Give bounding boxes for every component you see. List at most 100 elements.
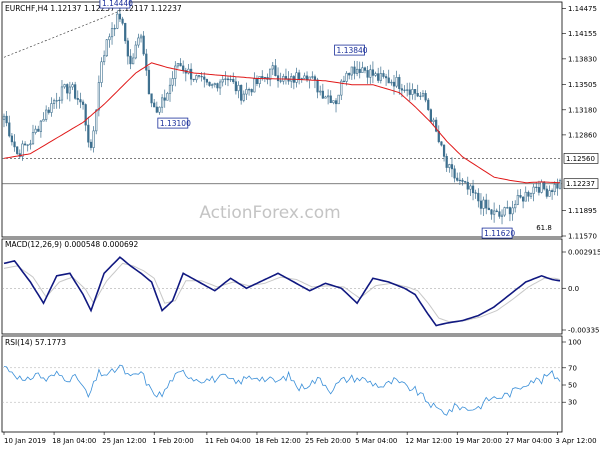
- candle-body: [342, 80, 346, 82]
- candle-body: [197, 75, 201, 77]
- candle-body: [224, 78, 227, 80]
- candle-body: [311, 76, 314, 78]
- candle-body: [37, 128, 40, 132]
- candle-body: [424, 93, 427, 101]
- macd-signal-line: [3, 262, 561, 323]
- x-tick-label: 1 Feb 20:00: [152, 437, 193, 445]
- macd-line: [3, 256, 561, 327]
- rsi-panel-frame: [1, 335, 563, 433]
- macd-header: MACD(12,26,9) 0.000548 0.000692: [5, 240, 139, 249]
- candle-body: [485, 199, 488, 209]
- candle-body: [258, 76, 261, 85]
- candle-body: [477, 192, 480, 202]
- candle-body: [511, 207, 514, 215]
- candle-body: [487, 207, 490, 211]
- candle-body: [416, 93, 419, 97]
- candle-body: [39, 120, 43, 132]
- candle-body: [545, 188, 548, 197]
- candle-body: [348, 72, 351, 76]
- candle-body: [226, 78, 230, 81]
- candle-body: [493, 210, 496, 215]
- candle-body: [548, 190, 551, 197]
- candle-body: [132, 57, 135, 65]
- candle-body: [237, 84, 240, 92]
- candle-body: [205, 79, 209, 83]
- candle-body: [189, 68, 193, 80]
- candle-body: [66, 84, 69, 94]
- candle-body: [218, 81, 222, 89]
- candle-body: [353, 66, 356, 74]
- candle-body: [329, 95, 332, 104]
- candle-body: [108, 36, 111, 41]
- candle-body: [482, 199, 485, 209]
- candle-body: [319, 90, 322, 93]
- candle-body: [429, 109, 432, 122]
- candle-body: [121, 18, 124, 24]
- candle-body: [89, 141, 93, 148]
- candle-body: [52, 100, 56, 104]
- price-annotation-label: 1.13840: [337, 46, 368, 55]
- price-y-tick-label: 1.13830: [568, 55, 597, 63]
- price-y-tick-label: 1.12860: [568, 131, 597, 139]
- candle-body: [245, 89, 248, 95]
- candle-body: [145, 53, 148, 71]
- candle-body: [327, 95, 330, 98]
- candle-body: [155, 106, 158, 113]
- candle-body: [187, 68, 190, 74]
- candle-body: [379, 73, 382, 81]
- watermark: ActionForex.com: [199, 203, 340, 223]
- candle-body: [71, 84, 74, 88]
- candle-body: [261, 76, 264, 79]
- candle-body: [411, 89, 414, 95]
- price-annotation-label: 1.11620: [484, 229, 515, 238]
- candle-body: [408, 89, 411, 95]
- x-tick-label: 12 Mar 12:00: [405, 437, 452, 445]
- candle-body: [419, 95, 422, 97]
- rsi-y-tick-label: 30: [568, 399, 577, 407]
- candle-body: [255, 78, 259, 85]
- price-y-tick-label: 1.14155: [568, 30, 597, 38]
- candle-body: [200, 76, 203, 78]
- candle-body: [464, 181, 467, 183]
- x-tick-label: 3 Apr 12:00: [555, 437, 596, 445]
- candle-body: [271, 65, 274, 70]
- candle-body: [139, 35, 143, 39]
- candle-body: [234, 81, 237, 92]
- candle-body: [84, 104, 87, 126]
- candle-body: [50, 103, 53, 113]
- candle-body: [406, 89, 409, 91]
- candle-body: [514, 203, 517, 209]
- price-y-tick-label: 1.11570: [568, 233, 597, 241]
- candle-body: [321, 90, 324, 99]
- candle-body: [274, 65, 277, 76]
- candle-body: [142, 35, 145, 55]
- candle-body: [521, 196, 525, 202]
- candle-body: [16, 146, 19, 154]
- candle-body: [81, 101, 85, 105]
- candle-body: [403, 89, 406, 91]
- candle-body: [95, 109, 98, 132]
- candle-body: [263, 76, 266, 79]
- candle-body: [105, 39, 108, 57]
- candle-body: [8, 122, 11, 137]
- candle-body: [508, 207, 512, 215]
- candle-body: [550, 190, 554, 192]
- candle-body: [369, 69, 372, 78]
- x-tick-label: 11 Feb 04:00: [205, 437, 251, 445]
- candle-body: [371, 69, 375, 76]
- candle-body: [113, 28, 116, 30]
- candle-body: [5, 115, 8, 124]
- candle-body: [363, 67, 367, 71]
- candle-body: [421, 93, 425, 97]
- candle-body: [469, 185, 472, 190]
- rsi-y-tick-label: 70: [568, 364, 577, 372]
- candle-body: [242, 93, 245, 101]
- candle-body: [229, 78, 232, 81]
- x-tick-label: 18 Jan 04:00: [52, 437, 96, 445]
- macd-y-tick-label: 0.002915: [568, 249, 600, 257]
- candle-body: [490, 209, 493, 215]
- candle-body: [79, 99, 82, 103]
- candle-body: [76, 98, 79, 100]
- candle-body: [166, 93, 169, 101]
- candle-body: [324, 96, 327, 99]
